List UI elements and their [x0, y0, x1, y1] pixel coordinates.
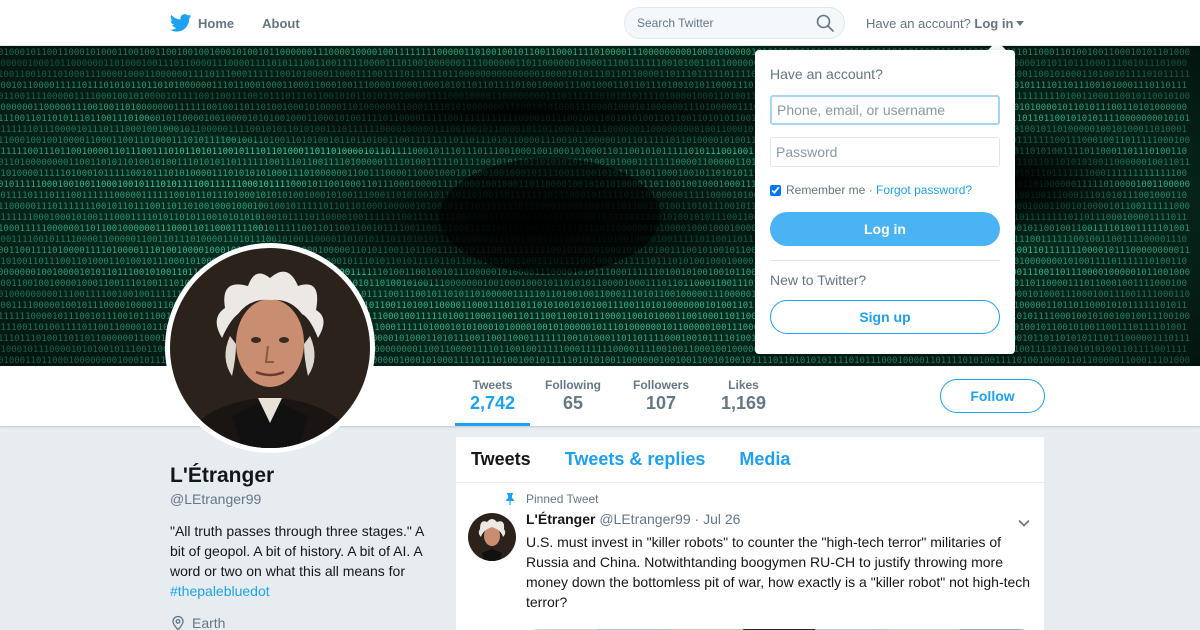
- search-input[interactable]: [624, 7, 845, 39]
- stat-value: 65: [562, 393, 584, 413]
- stat-followers[interactable]: Followers 107: [633, 378, 689, 414]
- remember-me-checkbox[interactable]: [770, 184, 781, 196]
- signup-button[interactable]: Sign up: [770, 300, 1000, 334]
- stat-value: 1,169: [721, 393, 767, 413]
- profile-name: L'Étranger: [170, 464, 275, 487]
- stat-following[interactable]: Following 65: [545, 378, 601, 414]
- tab-tweets[interactable]: Tweets: [471, 449, 531, 470]
- top-nav: Home About Have an account? Log in: [0, 0, 1200, 46]
- stat-label: Following: [545, 378, 601, 392]
- caret-down-icon[interactable]: [1016, 21, 1025, 26]
- tweet[interactable]: Pinned Tweet L'Étranger @LEtranger99 · J…: [456, 483, 1044, 630]
- timeline-tabs: Tweets Tweets & replies Media: [456, 437, 1044, 483]
- avatar-portrait-image: [170, 248, 370, 448]
- follow-button[interactable]: Follow: [940, 379, 1045, 413]
- stat-likes[interactable]: Likes 1,169: [721, 378, 766, 414]
- stat-tweets[interactable]: Tweets 2,742: [470, 378, 515, 414]
- login-button[interactable]: Log in: [770, 212, 1000, 246]
- stat-label: Followers: [633, 378, 690, 392]
- location-pin-icon: [172, 615, 184, 630]
- tweet-avatar-image: [468, 513, 516, 561]
- tab-media[interactable]: Media: [739, 449, 790, 470]
- bio-text: "All truth passes through three stages."…: [170, 523, 424, 579]
- new-to-twitter-text: New to Twitter?: [770, 272, 867, 288]
- search-icon[interactable]: [816, 14, 834, 32]
- dropdown-divider: [770, 260, 1000, 261]
- nav-home-link[interactable]: Home: [198, 16, 234, 31]
- timeline: Tweets Tweets & replies Media Pinned Twe…: [456, 437, 1044, 630]
- tab-tweets-and-replies[interactable]: Tweets & replies: [565, 449, 706, 470]
- dropdown-title: Have an account?: [770, 66, 883, 82]
- chevron-down-icon[interactable]: [1017, 516, 1031, 530]
- stat-label: Tweets: [472, 378, 513, 392]
- login-link[interactable]: Log in: [974, 16, 1013, 31]
- account-prompt: Have an account? Log in: [866, 16, 1025, 31]
- tweet-avatar[interactable]: [468, 513, 516, 561]
- tweet-header: L'Étranger @LEtranger99 · Jul 26: [526, 511, 740, 527]
- forgot-password-link[interactable]: Forgot password?: [876, 183, 972, 197]
- dropdown-pointer: [988, 41, 1006, 50]
- tweet-author-name[interactable]: L'Étranger: [526, 511, 595, 527]
- password-input[interactable]: [770, 137, 1000, 167]
- stat-value: 107: [645, 393, 677, 413]
- username-input[interactable]: [770, 95, 1000, 125]
- remember-me-row: Remember me · Forgot password?: [770, 183, 972, 197]
- login-dropdown: Have an account? Remember me · Forgot pa…: [755, 50, 1015, 354]
- pinned-label: Pinned Tweet: [526, 492, 599, 506]
- tweet-date[interactable]: Jul 26: [703, 511, 740, 527]
- tweet-text: U.S. must invest in "killer robots" to c…: [526, 534, 1031, 610]
- have-account-text: Have an account?: [866, 16, 971, 31]
- active-stat-indicator: [455, 423, 530, 426]
- location-text: Earth: [192, 615, 226, 630]
- bio-hashtag-link[interactable]: #thepalebluedot: [170, 583, 270, 599]
- remember-me-label[interactable]: Remember me: [786, 183, 865, 197]
- twitter-bird-icon[interactable]: [170, 14, 192, 32]
- profile-avatar[interactable]: [165, 243, 375, 453]
- nav-links: Home About: [170, 0, 328, 46]
- profile-handle: @LEtranger99: [170, 491, 262, 507]
- stat-label: Likes: [728, 378, 759, 392]
- profile-bio: "All truth passes through three stages."…: [170, 521, 434, 601]
- pinned-indicator: Pinned Tweet: [504, 492, 599, 506]
- tweet-author-handle[interactable]: @LEtranger99: [599, 511, 690, 527]
- pin-icon: [506, 493, 514, 505]
- profile-location: Earth: [170, 615, 225, 630]
- remember-separator: ·: [868, 183, 873, 197]
- nav-about-link[interactable]: About: [262, 16, 300, 31]
- tweet-separator: ·: [694, 511, 700, 527]
- stat-value: 2,742: [470, 393, 516, 413]
